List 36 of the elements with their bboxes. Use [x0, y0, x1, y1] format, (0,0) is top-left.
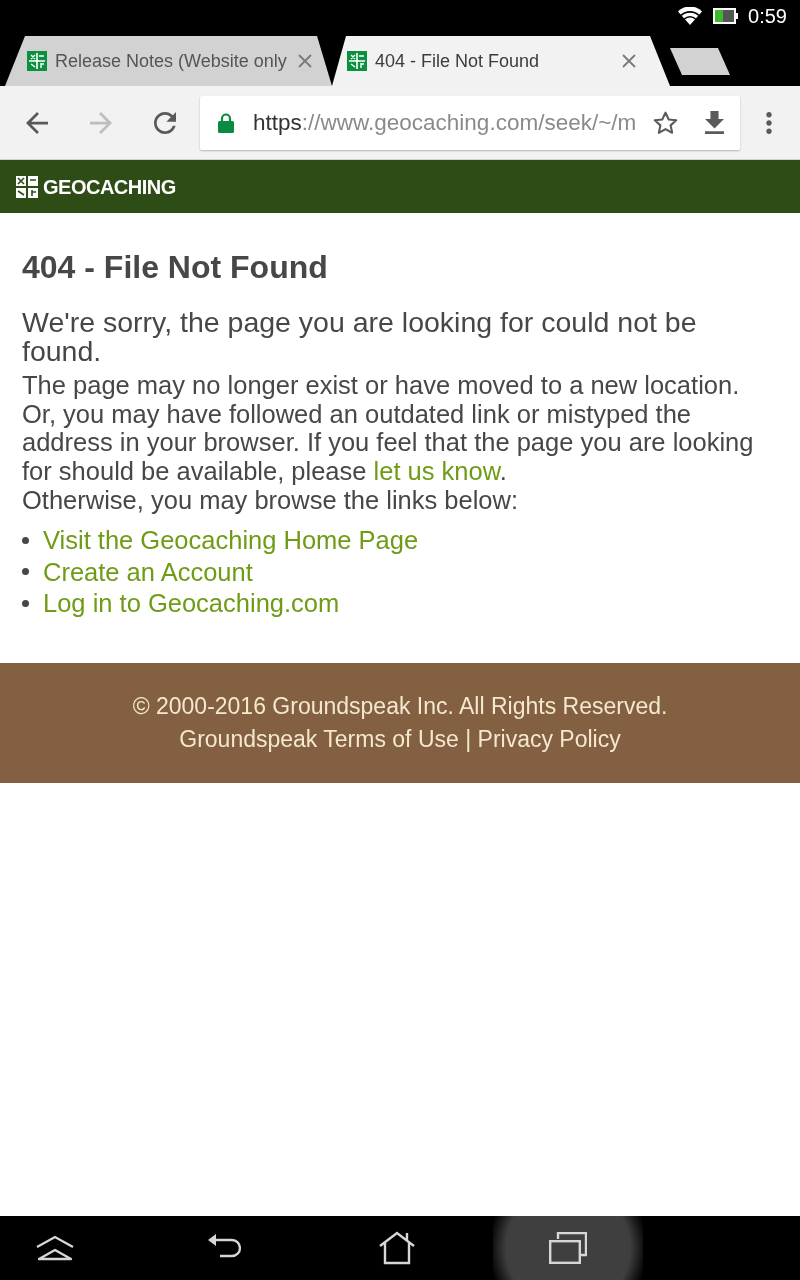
- star-icon[interactable]: [653, 110, 678, 135]
- close-icon[interactable]: [298, 54, 312, 68]
- close-icon[interactable]: [622, 54, 636, 68]
- logo-text[interactable]: GEOCACHING: [43, 174, 176, 199]
- logo-icon[interactable]: [16, 175, 38, 198]
- url-text: https://www.geocaching.com/seek/~/m: [253, 109, 638, 136]
- recents-icon[interactable]: [549, 1232, 587, 1264]
- separator-text: |: [465, 726, 472, 752]
- footer-link[interactable]: Groundspeak Terms of Use: [179, 726, 459, 752]
- bullet-icon: [22, 568, 29, 576]
- battery-icon: [713, 8, 739, 24]
- url-field[interactable]: https://www.geocaching.com/seek/~/m: [200, 95, 740, 150]
- reload-icon[interactable]: [154, 111, 176, 134]
- list-link[interactable]: Create an Account: [43, 556, 253, 587]
- copyright-text: © 2000-2016 Groundspeak Inc. All Rights Reserved.: [132, 693, 668, 719]
- inline-link[interactable]: let us know: [373, 457, 500, 486]
- page-title: 404 - File Not Found: [22, 248, 329, 286]
- footer-link[interactable]: Privacy Policy: [477, 726, 621, 752]
- favicon-icon: [27, 51, 47, 71]
- clock-text: 0:59: [748, 4, 787, 28]
- home-icon[interactable]: [378, 1231, 416, 1265]
- subtitle-text: We're sorry, the page you are looking for could not be found.: [22, 308, 698, 366]
- browser-tab[interactable]: 404 - File Not Found: [332, 36, 670, 86]
- list-link[interactable]: Visit the Geocaching Home Page: [43, 525, 419, 556]
- back-icon[interactable]: [26, 111, 48, 134]
- bullet-icon: [22, 599, 29, 607]
- wifi-icon: [678, 7, 703, 25]
- menu-icon[interactable]: [766, 111, 772, 134]
- bullet-icon: [22, 536, 29, 544]
- download-icon[interactable]: [705, 111, 724, 134]
- browser-tab[interactable]: Release Notes (Website only: [5, 36, 332, 86]
- list-link[interactable]: Log in to Geocaching.com: [43, 588, 340, 619]
- paragraph-text: Otherwise, you may browse the links below:: [22, 485, 520, 515]
- favicon-icon: [347, 51, 367, 71]
- collapse-icon[interactable]: [35, 1235, 75, 1261]
- paragraph-text: The page may no longer exist or have moved to a new location. Or, you may have followed an outdated link or mistyped the address in your browser. If you feel that the page you are looking for should be available, please let us know.: [22, 371, 755, 486]
